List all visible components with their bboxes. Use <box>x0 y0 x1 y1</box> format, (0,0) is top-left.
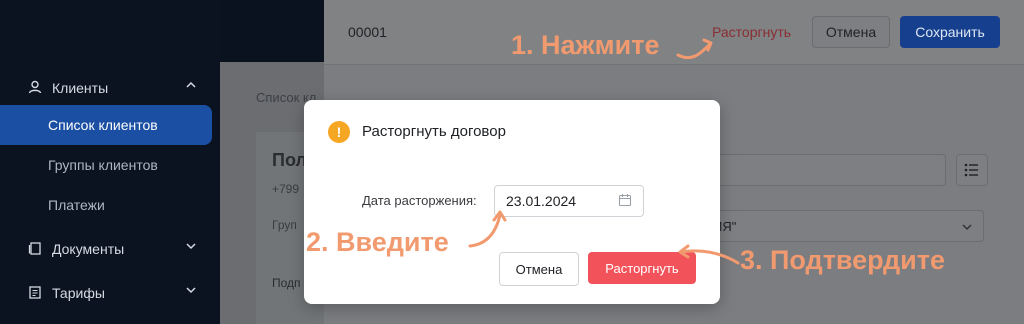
termination-date-input[interactable]: 23.01.2024 <box>494 185 644 217</box>
chevron-up-icon <box>184 78 198 92</box>
sidebar-item-client-groups[interactable]: Группы клиентов <box>0 145 212 185</box>
confirm-terminate-button[interactable]: Расторгнуть <box>588 252 696 284</box>
chevron-down-icon <box>184 283 198 297</box>
terminate-contract-dialog: ! Расторгнуть договор Дата расторжения: … <box>304 100 720 304</box>
client-phone: +799 <box>272 182 300 196</box>
contract-number: 00001 <box>348 24 387 40</box>
dialog-cancel-button[interactable]: Отмена <box>499 252 579 286</box>
chevron-down-icon <box>184 239 198 253</box>
cancel-button[interactable]: Отмена <box>812 16 890 48</box>
sidebar-item-label: Клиенты <box>52 80 109 96</box>
calendar-icon[interactable] <box>618 193 632 212</box>
terminate-link[interactable]: Расторгнуть <box>712 24 791 40</box>
list-button[interactable] <box>956 154 988 186</box>
sidebar-item-label: Платежи <box>48 197 105 213</box>
list-icon <box>964 163 978 177</box>
date-value: 23.01.2024 <box>506 193 577 209</box>
drawer-text-field[interactable] <box>704 154 946 186</box>
client-extra: Подп <box>272 276 301 290</box>
sidebar-item-payments[interactable]: Платежи <box>0 185 212 225</box>
sidebar-item-label: Тарифы <box>52 285 105 301</box>
sidebar-item-client-list[interactable]: Список клиентов <box>0 105 212 145</box>
drawer-header: 00001 Расторгнуть Отмена Сохранить <box>324 0 1024 65</box>
client-group: Груп <box>272 218 297 232</box>
sidebar-item-label: Список клиентов <box>48 117 158 133</box>
tariff-icon <box>28 285 42 299</box>
save-button[interactable]: Сохранить <box>900 16 1000 48</box>
annotation-step1: 1. Нажмите <box>511 30 660 60</box>
sidebar: Клиенты Список клиентов Группы клиентов … <box>0 0 220 324</box>
annotation-step2: 2. Введите <box>306 227 449 257</box>
chevron-down-icon <box>961 220 973 238</box>
sidebar-item-label: Документы <box>52 241 125 257</box>
sidebar-item-label: Группы клиентов <box>48 157 158 173</box>
sidebar-item-tariffs[interactable]: Тарифы <box>0 275 212 311</box>
drawer-select[interactable]: ИЯ" <box>704 210 984 242</box>
annotation-step3: 3. Подтвердите <box>740 245 945 275</box>
sidebar-item-clients[interactable]: Клиенты <box>0 70 212 106</box>
document-icon <box>28 241 42 255</box>
sidebar-item-documents[interactable]: Документы <box>0 231 212 267</box>
user-icon <box>28 80 42 94</box>
warning-icon: ! <box>328 121 350 143</box>
client-name: Пол <box>272 150 307 170</box>
dialog-title: Расторгнуть договор <box>362 123 506 140</box>
termination-date-label: Дата расторжения: <box>362 193 477 208</box>
